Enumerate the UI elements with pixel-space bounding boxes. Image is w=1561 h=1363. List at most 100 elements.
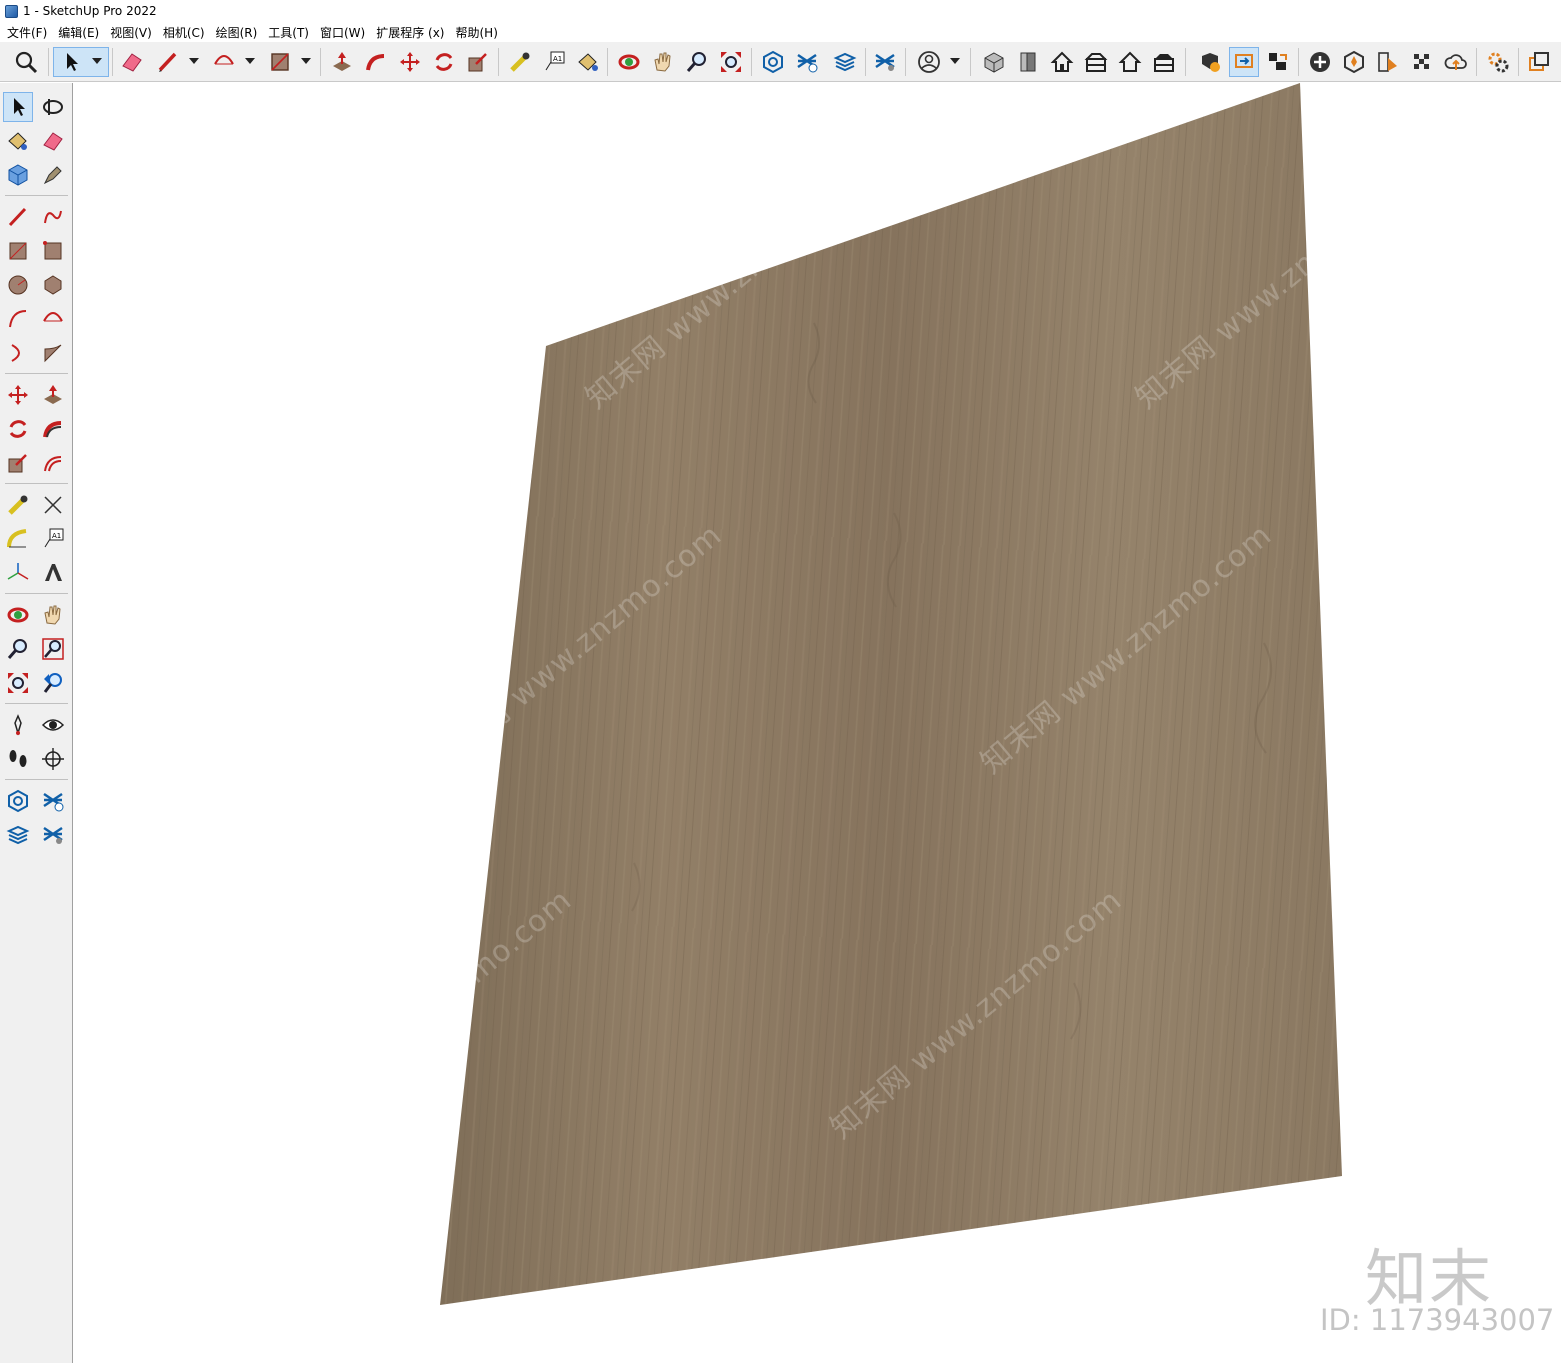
menu-view[interactable]: 视图(V) (110, 24, 152, 41)
zoom-window-icon[interactable] (38, 634, 68, 664)
text-icon[interactable]: A1 (539, 47, 569, 77)
main-toolbar: A1 (0, 42, 1561, 82)
pencil-dropdown-icon[interactable] (189, 58, 199, 64)
circle-icon[interactable] (3, 270, 33, 300)
rotate-icon[interactable] (3, 414, 33, 444)
right-view-icon[interactable] (1149, 47, 1179, 77)
extension-manager-icon[interactable] (870, 47, 900, 77)
zoom-extents-icon[interactable] (3, 668, 33, 698)
zoom-icon[interactable] (3, 634, 33, 664)
settings-icon[interactable] (1483, 47, 1513, 77)
account-icon[interactable] (914, 47, 944, 77)
3d-text-icon[interactable] (38, 558, 68, 588)
check-icon[interactable] (1195, 47, 1225, 77)
rectangle-icon[interactable] (3, 236, 33, 266)
follow-me-icon[interactable] (38, 414, 68, 444)
sandbox-icon[interactable] (1339, 47, 1369, 77)
title-bar: 1 - SketchUp Pro 2022 (0, 0, 1561, 22)
select-dropdown-icon[interactable] (92, 58, 102, 64)
select-icon (67, 53, 78, 71)
arc-icon[interactable] (209, 47, 239, 77)
texture-icon[interactable] (1407, 47, 1437, 77)
protractor-icon[interactable] (3, 524, 33, 554)
two-point-arc-icon[interactable] (38, 304, 68, 334)
window-title: 1 - SketchUp Pro 2022 (23, 4, 157, 18)
svg-text:A1: A1 (52, 532, 61, 540)
push-pull-icon[interactable] (38, 380, 68, 410)
menu-help[interactable]: 帮助(H) (455, 24, 497, 41)
pencil-icon[interactable] (153, 47, 183, 77)
walk-icon[interactable] (3, 744, 33, 774)
three-point-arc-icon[interactable] (3, 338, 33, 368)
back-view-icon[interactable] (1081, 47, 1111, 77)
zoom-icon[interactable] (682, 47, 712, 77)
axes-icon[interactable] (3, 558, 33, 588)
menu-tools[interactable]: 工具(T) (268, 24, 309, 41)
cloud-icon[interactable] (1441, 47, 1471, 77)
rotated-rectangle-icon[interactable] (38, 236, 68, 266)
section-icon[interactable] (1229, 47, 1259, 77)
eraser-icon[interactable] (117, 47, 147, 77)
tag-icon[interactable] (38, 160, 68, 190)
eraser-icon[interactable] (38, 126, 68, 156)
dialog-icon[interactable] (1524, 47, 1554, 77)
component-icon[interactable] (3, 160, 33, 190)
camera-icon[interactable] (1263, 47, 1293, 77)
top-view-icon[interactable] (1047, 47, 1077, 77)
menu-camera[interactable]: 相机(C) (163, 24, 205, 41)
zoom-extents-arrows-icon[interactable] (716, 47, 746, 77)
rectangle-icon[interactable] (265, 47, 295, 77)
pan-icon[interactable] (648, 47, 678, 77)
arc-dropdown-icon[interactable] (245, 58, 255, 64)
pie-icon[interactable] (38, 338, 68, 368)
left-view-icon[interactable] (1115, 47, 1145, 77)
model-viewport[interactable]: 知末网 www.znzmo.com 知末网 www.znzmo.com 知末网 … (74, 83, 1561, 1363)
follow-me-icon[interactable] (361, 47, 391, 77)
dimension-icon[interactable] (38, 490, 68, 520)
orbit-view-icon[interactable] (3, 600, 33, 630)
menu-extensions[interactable]: 扩展程序 (x) (376, 24, 444, 41)
menu-window[interactable]: 窗口(W) (320, 24, 365, 41)
iso-view-icon[interactable] (979, 47, 1009, 77)
position-camera-icon[interactable] (3, 710, 33, 740)
rectangle-dropdown-icon[interactable] (301, 58, 311, 64)
freehand-icon[interactable] (38, 202, 68, 232)
menu-draw[interactable]: 绘图(R) (216, 24, 258, 41)
rotate-icon[interactable] (429, 47, 459, 77)
scale-icon[interactable] (463, 47, 493, 77)
paint-icon[interactable] (3, 126, 33, 156)
warehouse-icon[interactable] (758, 47, 788, 77)
section-plane-icon[interactable] (38, 744, 68, 774)
pencil-icon[interactable] (3, 202, 33, 232)
orbit-icon[interactable] (614, 47, 644, 77)
warehouse-icon[interactable] (3, 786, 33, 816)
paint-bucket-icon[interactable] (573, 47, 603, 77)
menu-file[interactable]: 文件(F) (7, 24, 47, 41)
push-pull-icon[interactable] (327, 47, 357, 77)
menu-edit[interactable]: 编辑(E) (58, 24, 99, 41)
arc-icon[interactable] (3, 304, 33, 334)
look-around-icon[interactable] (38, 710, 68, 740)
add-location-icon[interactable] (1305, 47, 1335, 77)
pan-icon[interactable] (38, 600, 68, 630)
tape-measure-icon[interactable] (505, 47, 535, 77)
layout-icon[interactable] (830, 47, 860, 77)
orbit-icon[interactable] (38, 92, 68, 122)
extension-warehouse-icon[interactable] (792, 47, 822, 77)
account-dropdown-icon[interactable] (950, 58, 960, 64)
styles-icon[interactable] (1373, 47, 1403, 77)
select-icon[interactable] (3, 92, 33, 122)
polygon-icon[interactable] (38, 270, 68, 300)
move-icon[interactable] (395, 47, 425, 77)
offset-icon[interactable] (38, 448, 68, 478)
layout-send-icon[interactable] (3, 820, 33, 850)
zoom-extents-icon[interactable] (11, 47, 41, 77)
text-icon[interactable]: A1 (38, 524, 68, 554)
scale-icon[interactable] (3, 448, 33, 478)
tape-measure-icon[interactable] (3, 490, 33, 520)
extension-manager-icon[interactable] (38, 820, 68, 850)
extension-warehouse-icon[interactable] (38, 786, 68, 816)
front-view-icon[interactable] (1013, 47, 1043, 77)
move-icon[interactable] (3, 380, 33, 410)
previous-view-icon[interactable] (38, 668, 68, 698)
